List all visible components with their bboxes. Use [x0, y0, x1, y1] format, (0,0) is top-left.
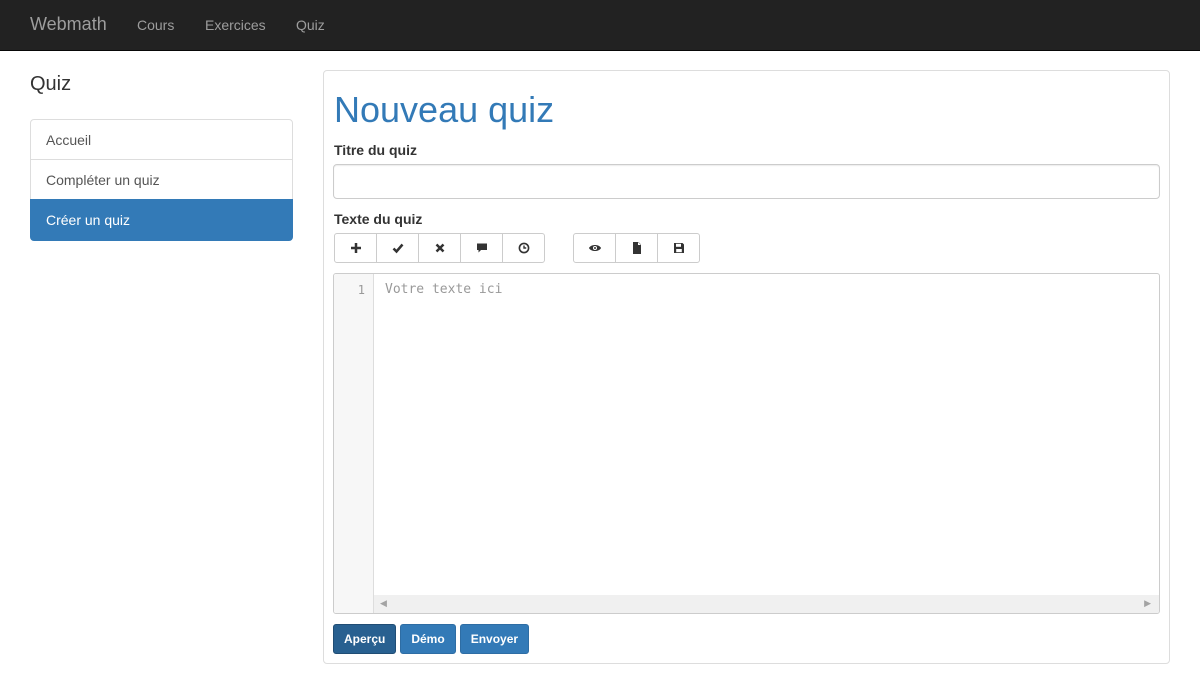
apercu-button[interactable]: Aperçu: [333, 624, 397, 654]
nav-link-cours[interactable]: Cours: [137, 17, 174, 33]
navbar: Webmath Cours Exercices Quiz: [0, 0, 1200, 51]
sidebar-list: Accueil Compléter un quiz Créer un quiz: [30, 119, 293, 241]
editor-placeholder: Votre texte ici: [385, 282, 503, 297]
scroll-right-arrow-icon[interactable]: ▶: [1144, 598, 1151, 609]
save-icon[interactable]: [657, 233, 700, 263]
page-title: Nouveau quiz: [334, 89, 555, 130]
editor-gutter: 1: [334, 274, 374, 613]
quiz-text-editor[interactable]: 1 Votre texte ici ◀ ▶: [333, 273, 1160, 614]
quiz-title-label: Titre du quiz: [334, 142, 417, 158]
cross-icon[interactable]: [418, 233, 461, 263]
quiz-title-input[interactable]: [333, 164, 1160, 199]
main-panel: Nouveau quiz Titre du quiz Texte du quiz: [323, 70, 1170, 664]
sidebar-item-creer-quiz[interactable]: Créer un quiz: [30, 199, 293, 241]
navbar-brand[interactable]: Webmath: [30, 14, 107, 35]
editor-toolbar-insert: [334, 233, 545, 263]
sidebar-item-completer-quiz[interactable]: Compléter un quiz: [30, 159, 293, 200]
comment-icon[interactable]: [460, 233, 503, 263]
editor-toolbar-file: [573, 233, 700, 263]
quiz-text-label: Texte du quiz: [334, 211, 423, 227]
sidebar-title: Quiz: [30, 73, 72, 95]
plus-icon[interactable]: [334, 233, 377, 263]
form-actions: Aperçu Démo Envoyer: [333, 624, 530, 654]
nav-link-exercices[interactable]: Exercices: [205, 17, 266, 33]
file-icon[interactable]: [615, 233, 658, 263]
eye-icon[interactable]: [573, 233, 616, 263]
scroll-left-arrow-icon[interactable]: ◀: [380, 598, 387, 609]
demo-button[interactable]: Démo: [400, 624, 456, 654]
sidebar-item-accueil[interactable]: Accueil: [30, 119, 293, 160]
check-icon[interactable]: [376, 233, 419, 263]
clock-icon[interactable]: [502, 233, 545, 263]
nav-link-quiz[interactable]: Quiz: [296, 17, 325, 33]
envoyer-button[interactable]: Envoyer: [459, 624, 530, 654]
line-number: 1: [357, 283, 365, 297]
editor-horizontal-scrollbar[interactable]: ◀ ▶: [374, 595, 1159, 613]
